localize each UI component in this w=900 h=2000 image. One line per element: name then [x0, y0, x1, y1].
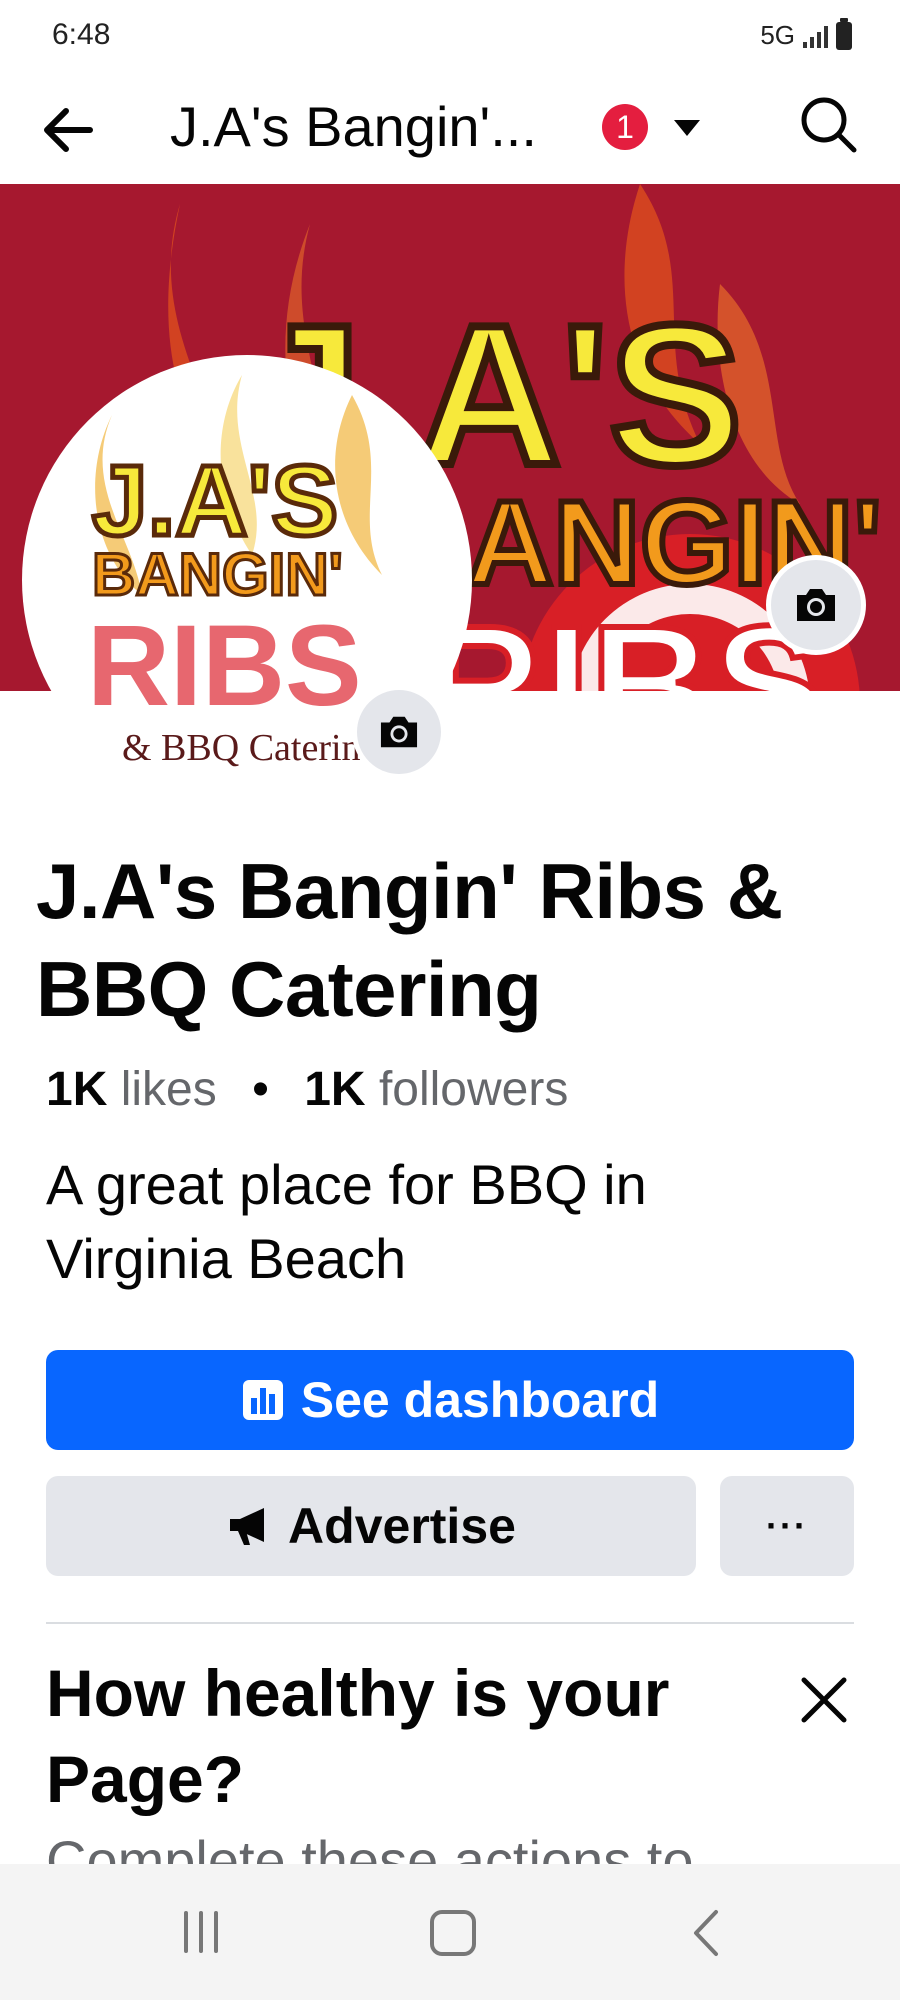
see-dashboard-button[interactable]: See dashboard	[46, 1350, 854, 1450]
top-app-bar: J.A's Bangin'... 1	[0, 72, 900, 184]
camera-icon	[797, 589, 835, 621]
camera-icon	[380, 716, 418, 748]
system-navigation-bar	[0, 1864, 900, 2000]
page-health-title: How healthy is your Page?	[46, 1656, 670, 1816]
advertise-button[interactable]: Advertise	[46, 1476, 696, 1576]
followers-count: 1K	[304, 1063, 366, 1116]
profile-logo-line2: BANGIN'	[92, 541, 343, 608]
system-back-icon[interactable]	[690, 1908, 720, 1958]
profile-logo-line4: & BBQ Caterin	[122, 727, 361, 769]
likes-label[interactable]: likes	[121, 1063, 217, 1116]
close-icon[interactable]	[796, 1672, 852, 1728]
dropdown-caret-icon[interactable]	[672, 116, 702, 140]
section-divider	[46, 1622, 854, 1624]
page-description: A great place for BBQ in Virginia Beach	[46, 1153, 647, 1290]
edit-profile-picture-button[interactable]	[352, 685, 446, 779]
advertise-label: Advertise	[288, 1498, 516, 1554]
battery-icon	[836, 17, 852, 50]
more-options-icon: ···	[766, 1505, 808, 1546]
network-type: 5G	[760, 20, 795, 50]
megaphone-icon	[226, 1505, 272, 1547]
page-title-header: J.A's Bangin'...	[170, 95, 537, 158]
search-icon[interactable]	[796, 92, 860, 156]
followers-label[interactable]: followers	[379, 1063, 568, 1116]
see-dashboard-label: See dashboard	[300, 1372, 660, 1428]
recent-apps-icon[interactable]	[180, 1911, 222, 1953]
home-icon[interactable]	[430, 1910, 476, 1956]
status-time: 6:48	[52, 18, 111, 51]
likes-count: 1K	[46, 1063, 108, 1116]
more-options-button[interactable]: ···	[720, 1476, 854, 1576]
profile-logo-line3: RIBS	[87, 602, 362, 730]
status-indicators: 5G	[760, 17, 852, 51]
dashboard-icon	[241, 1378, 285, 1422]
back-arrow-icon[interactable]	[36, 98, 100, 162]
stats-separator: •	[252, 1063, 269, 1116]
page-stats: 1K likes • 1K followers	[46, 1062, 568, 1117]
notification-badge[interactable]: 1	[602, 104, 648, 150]
page-name: J.A's Bangin' Ribs & BBQ Catering	[36, 847, 783, 1033]
signal-icon	[803, 24, 828, 48]
edit-cover-button[interactable]	[766, 555, 866, 655]
status-bar: 6:48 5G	[0, 0, 900, 72]
